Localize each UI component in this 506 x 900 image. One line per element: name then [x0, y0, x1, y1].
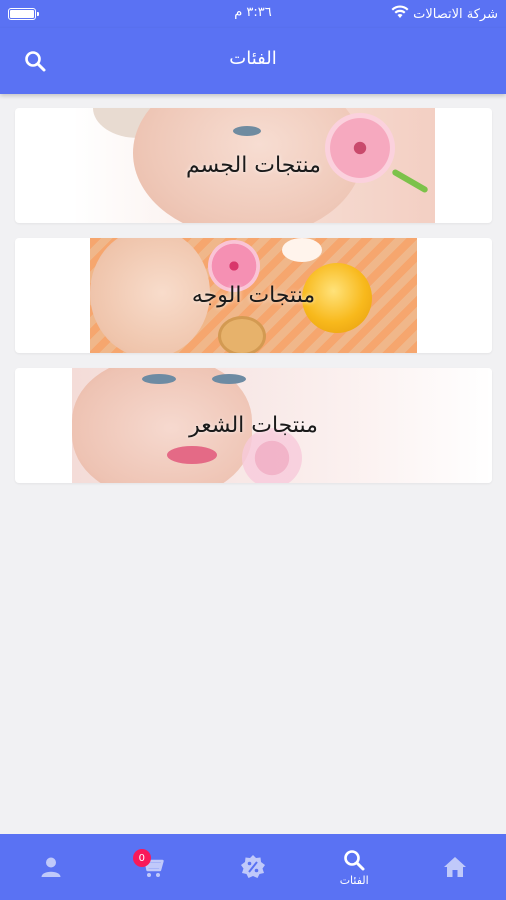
user-icon [41, 857, 61, 877]
search-icon [25, 51, 46, 72]
search-button[interactable] [20, 46, 50, 76]
home-icon [444, 857, 467, 877]
nav-cart[interactable]: 0 [101, 834, 202, 900]
category-card-body[interactable]: منتجات الجسم [15, 108, 492, 223]
category-label: منتجات الشعر [189, 413, 318, 438]
category-card-face[interactable]: منتجات الوجه [15, 238, 492, 353]
category-label: منتجات الجسم [186, 153, 321, 178]
app-header: الفئات [0, 28, 506, 94]
category-list: منتجات الجسم منتجات الوجه منتجات الشعر [15, 108, 492, 498]
category-card-hair[interactable]: منتجات الشعر [15, 368, 492, 483]
battery-icon [8, 8, 39, 20]
cart-count-badge: 0 [132, 849, 151, 867]
bottom-navigation: الفئات 0 [0, 834, 506, 900]
status-bar: شركة الاتصالات ٣:٣٦ م [0, 0, 506, 28]
search-icon [344, 849, 365, 870]
nav-label: الفئات [339, 873, 369, 887]
nav-categories[interactable]: الفئات [304, 834, 405, 900]
page-title: الفئات [229, 48, 277, 69]
discount-badge-icon [240, 855, 265, 878]
nav-offers[interactable] [202, 834, 303, 900]
status-time: ٣:٣٦ م [234, 5, 272, 20]
nav-home[interactable] [405, 834, 506, 900]
nav-profile[interactable] [0, 834, 101, 900]
battery-level [10, 10, 34, 18]
category-label: منتجات الوجه [191, 283, 316, 308]
